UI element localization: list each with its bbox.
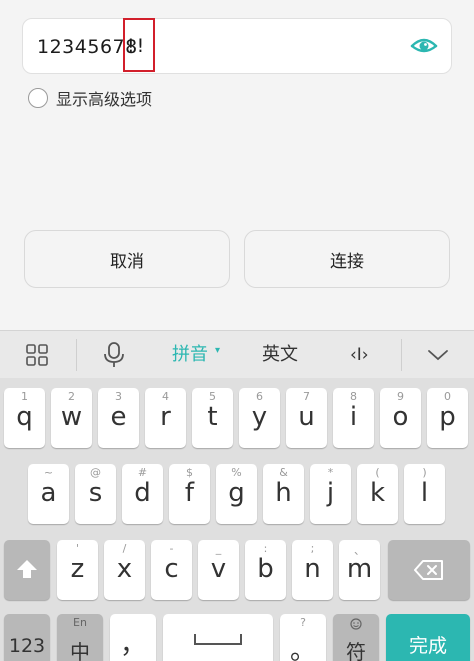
toolbar-divider xyxy=(401,339,402,371)
numbers-key-label: 123 xyxy=(8,635,46,657)
key-label: p xyxy=(439,402,456,432)
toolbar-divider xyxy=(76,339,77,371)
key-label: u xyxy=(298,402,315,432)
key-c[interactable]: -c xyxy=(151,540,192,600)
key-x[interactable]: / x xyxy=(104,540,145,600)
key-label: x xyxy=(116,554,133,584)
wifi-connect-form: 12345678 !! 显示高级选项 取消 连接 xyxy=(0,0,474,330)
key-j[interactable]: * j xyxy=(310,464,351,524)
key-w[interactable]: 2w xyxy=(51,388,92,448)
key-label: l xyxy=(420,478,429,508)
key-label: m xyxy=(346,554,373,584)
key-label: n xyxy=(304,554,321,584)
key-n[interactable]: ; n xyxy=(292,540,333,600)
key-t[interactable]: 5t xyxy=(192,388,233,448)
key-label: d xyxy=(134,478,151,508)
key-a[interactable]: ~ a xyxy=(28,464,69,524)
key-label: i xyxy=(349,402,358,432)
key-b[interactable]: :b xyxy=(245,540,286,600)
key-label: c xyxy=(164,554,179,584)
show-advanced-option[interactable]: 显示高级选项 xyxy=(28,86,152,110)
smiley-icon xyxy=(350,618,362,630)
key-h[interactable]: & h xyxy=(263,464,304,524)
language-key-label: 中 xyxy=(70,640,90,661)
key-label: r xyxy=(160,402,171,432)
key-label: e xyxy=(110,402,127,432)
eye-icon[interactable] xyxy=(410,34,438,56)
key-label: z xyxy=(70,554,85,584)
pinyin-tab[interactable]: 拼音 xyxy=(172,331,208,379)
key-label: g xyxy=(228,478,245,508)
key-p[interactable]: 0p xyxy=(427,388,468,448)
backspace-icon xyxy=(414,560,443,580)
radio-button[interactable] xyxy=(28,88,48,108)
password-value: 12345678 xyxy=(37,36,138,58)
key-d[interactable]: # d xyxy=(122,464,163,524)
key-label: y xyxy=(251,402,268,432)
key-z[interactable]: ' z xyxy=(57,540,98,600)
numbers-key[interactable]: 123 xyxy=(4,614,50,661)
symbols-key-label: 符 xyxy=(346,640,366,661)
key-y[interactable]: 6y xyxy=(239,388,280,448)
chevron-down-small-icon: ▾ xyxy=(215,345,221,356)
key-u[interactable]: 7u xyxy=(286,388,327,448)
key-label: v xyxy=(210,554,227,584)
cursor-control-button[interactable]: ‹I› xyxy=(350,331,369,379)
password-highlight-chars: !! xyxy=(127,35,147,57)
key-s[interactable]: @ s xyxy=(75,464,116,524)
english-tab[interactable]: 英文 xyxy=(262,331,298,379)
chevron-down-icon[interactable] xyxy=(427,349,449,361)
shift-key[interactable] xyxy=(4,540,50,600)
grid-icon[interactable] xyxy=(26,344,48,366)
done-key[interactable]: 完成 xyxy=(386,614,470,661)
language-key-hint: En xyxy=(73,616,87,629)
key-g[interactable]: % g xyxy=(216,464,257,524)
key-r[interactable]: 4r xyxy=(145,388,186,448)
key-label: a xyxy=(40,478,57,508)
connect-button[interactable]: 连接 xyxy=(244,230,450,288)
comma-key[interactable]: ， xyxy=(110,614,156,661)
space-icon xyxy=(194,634,242,645)
keyboard: 1q2w3e4r5t6y7u8i9o0p ~ a @ s # d $ f% g & h * j(k) l … xyxy=(0,378,474,661)
key-label: o xyxy=(392,402,409,432)
comma-key-label: ， xyxy=(119,630,146,660)
done-key-label: 完成 xyxy=(408,634,447,657)
symbols-key[interactable]: 符 xyxy=(333,614,379,661)
microphone-icon[interactable] xyxy=(103,342,125,368)
show-advanced-label: 显示高级选项 xyxy=(56,90,153,109)
key-o[interactable]: 9o xyxy=(380,388,421,448)
key-label: h xyxy=(275,478,292,508)
keyboard-toolbar: 拼音 ▾ 英文 ‹I› xyxy=(0,330,474,378)
period-key[interactable]: ? 。 xyxy=(280,614,326,661)
shift-arrow-icon xyxy=(17,560,37,578)
key-label: j xyxy=(326,478,335,508)
key-label: q xyxy=(16,402,33,432)
period-key-label: 。 xyxy=(289,636,316,661)
key-q[interactable]: 1q xyxy=(4,388,45,448)
key-label: w xyxy=(60,402,83,432)
key-label: b xyxy=(257,554,274,584)
key-label: s xyxy=(88,478,103,508)
key-label: f xyxy=(184,478,195,508)
key-m[interactable]: 、 m xyxy=(339,540,380,600)
period-key-hint: ? xyxy=(300,616,306,629)
key-l[interactable]: ) l xyxy=(404,464,445,524)
key-e[interactable]: 3e xyxy=(98,388,139,448)
language-switch-key[interactable]: En 中 xyxy=(57,614,103,661)
key-v[interactable]: _ v xyxy=(198,540,239,600)
space-key[interactable] xyxy=(163,614,273,661)
password-input[interactable]: 12345678 xyxy=(22,18,452,74)
key-label: t xyxy=(207,402,218,432)
key-f[interactable]: $ f xyxy=(169,464,210,524)
key-i[interactable]: 8i xyxy=(333,388,374,448)
cancel-button[interactable]: 取消 xyxy=(24,230,230,288)
key-k[interactable]: (k xyxy=(357,464,398,524)
backspace-key[interactable] xyxy=(388,540,470,600)
key-label: k xyxy=(369,478,386,508)
